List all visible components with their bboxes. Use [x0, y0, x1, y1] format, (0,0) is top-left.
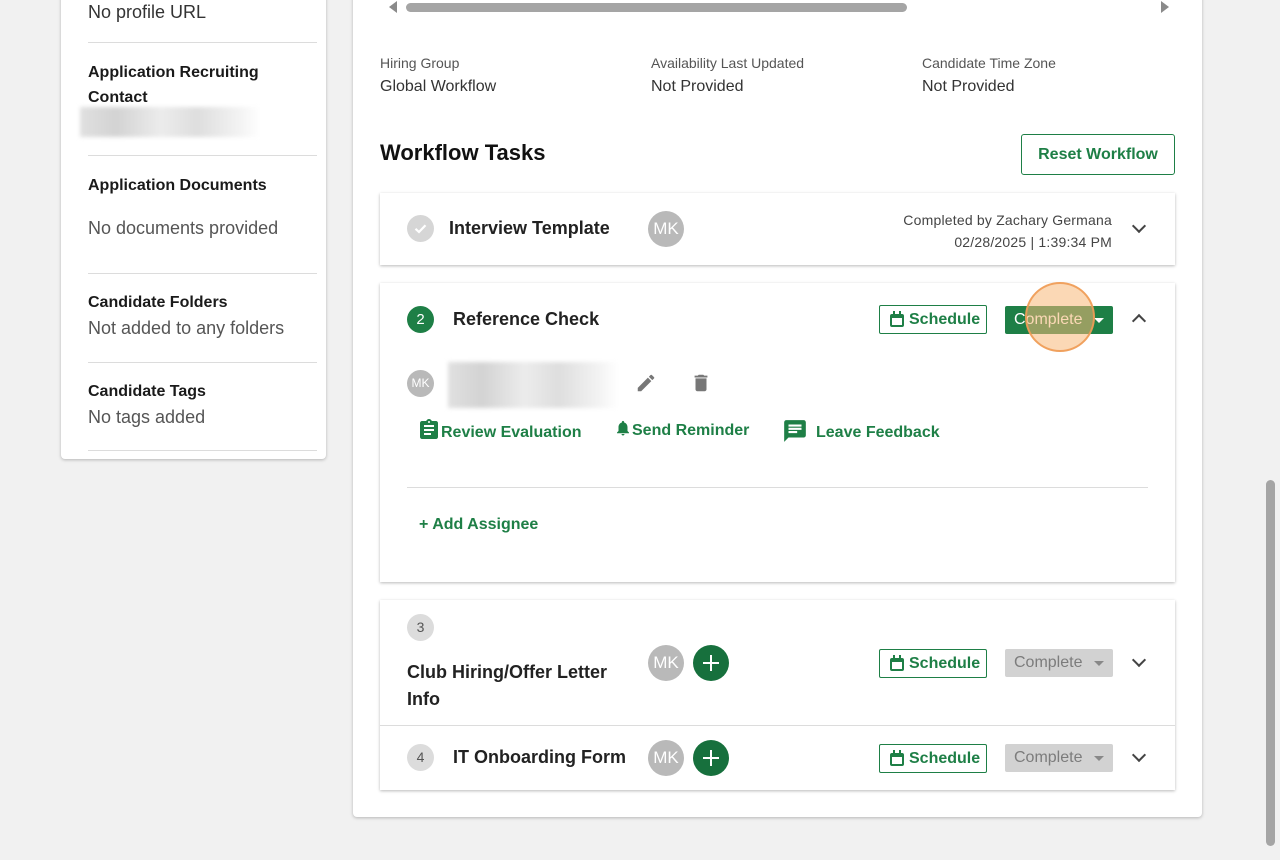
assignee-avatar: MK	[407, 370, 434, 397]
expand-chevron-icon[interactable]	[1131, 218, 1147, 234]
schedule-label: Schedule	[909, 750, 981, 767]
review-evaluation-label: Review Evaluation	[441, 424, 582, 441]
task-name: Club Hiring/Offer Letter Info	[407, 662, 608, 709]
schedule-button[interactable]: Schedule	[879, 305, 987, 334]
folders-label: Candidate Folders	[88, 294, 228, 311]
recruiting-contact-label: Application Recruiting Contact	[88, 64, 259, 106]
edit-pencil-icon[interactable]	[635, 372, 657, 399]
add-assignee-button[interactable]: + Add Assignee	[419, 515, 538, 535]
task-reference-check: 2 Reference Check Schedule Complete MK R…	[380, 283, 1175, 582]
task-number-badge: 2	[407, 306, 434, 333]
calendar-icon	[890, 655, 904, 671]
recruiting-contact-section: Application Recruiting Contact	[80, 43, 317, 156]
expand-chevron-icon[interactable]	[1131, 747, 1147, 763]
divider	[407, 487, 1148, 488]
complete-dropdown-button[interactable]: Complete	[1005, 649, 1113, 677]
leave-feedback-label: Leave Feedback	[816, 424, 940, 441]
folders-value: Not added to any folders	[88, 318, 285, 338]
schedule-button[interactable]: Schedule	[879, 649, 987, 678]
scroll-left-icon[interactable]	[389, 1, 397, 13]
timezone-field: Candidate Time Zone Not Provided	[922, 54, 1056, 97]
documents-label: Application Documents	[88, 177, 267, 194]
tags-label: Candidate Tags	[88, 383, 206, 400]
complete-dropdown-button[interactable]: Complete	[1005, 306, 1113, 334]
task-it-onboarding-form[interactable]: 4 IT Onboarding Form MK Schedule Complet…	[380, 726, 1175, 790]
avatar: MK	[648, 740, 684, 776]
task-number-badge: 4	[407, 744, 434, 771]
documents-section: Application Documents No documents provi…	[88, 156, 317, 274]
send-reminder-link[interactable]: Send Reminder	[614, 418, 749, 441]
documents-value: No documents provided	[88, 218, 279, 238]
complete-label: Complete	[1014, 749, 1083, 766]
completed-check-icon	[407, 215, 434, 242]
folders-section: Candidate Folders Not added to any folde…	[88, 274, 317, 363]
send-reminder-label: Send Reminder	[632, 422, 750, 439]
hiring-group-field: Hiring Group Global Workflow	[380, 54, 496, 97]
bell-icon	[617, 420, 629, 436]
add-assignee-plus-icon[interactable]	[693, 740, 729, 776]
task-name: Reference Check	[453, 309, 600, 329]
avatar: MK	[648, 645, 684, 681]
tags-value: No tags added	[88, 407, 206, 427]
complete-dropdown-button[interactable]: Complete	[1005, 744, 1113, 772]
workflow-card: Hiring Group Global Workflow Availabilit…	[353, 0, 1202, 817]
scroll-right-icon[interactable]	[1161, 1, 1169, 13]
avatar: MK	[648, 211, 684, 247]
profile-url-section: No profile URL	[88, 0, 317, 43]
task-interview-template[interactable]: Interview Template MK Completed by Zacha…	[380, 193, 1175, 265]
vertical-scrollbar-thumb[interactable]	[1266, 480, 1275, 846]
horizontal-scrollbar[interactable]	[389, 0, 1169, 15]
complete-label: Complete	[1014, 654, 1083, 671]
task-name: IT Onboarding Form	[453, 747, 626, 767]
delete-trash-icon[interactable]	[690, 372, 712, 399]
clipboard-icon	[420, 419, 438, 439]
review-evaluation-link[interactable]: Review Evaluation	[417, 418, 582, 443]
comment-icon	[784, 420, 806, 442]
caret-down-icon	[1094, 756, 1104, 761]
caret-down-icon	[1094, 318, 1104, 323]
completed-by: Completed by Zachary Germana	[903, 212, 1112, 228]
recruiting-contact-value-redacted	[80, 107, 260, 137]
hiring-group-label: Hiring Group	[380, 55, 460, 71]
completed-info: Completed by Zachary Germana 02/28/2025 …	[903, 209, 1112, 253]
candidate-details-card: No profile URL Application Recruiting Co…	[61, 0, 326, 459]
schedule-label: Schedule	[909, 311, 981, 328]
collapse-chevron-icon[interactable]	[1131, 313, 1147, 329]
workflow-tasks-title: Workflow Tasks	[380, 140, 546, 165]
availability-field: Availability Last Updated Not Provided	[651, 54, 804, 97]
expand-chevron-icon[interactable]	[1131, 652, 1147, 668]
tags-section: Candidate Tags No tags added	[88, 363, 317, 451]
timezone-value: Not Provided	[922, 78, 1015, 95]
leave-feedback-link[interactable]: Leave Feedback	[782, 418, 940, 444]
task-number-badge: 3	[407, 614, 434, 641]
schedule-button[interactable]: Schedule	[879, 744, 987, 773]
calendar-icon	[890, 750, 904, 766]
task-club-hiring-offer-letter[interactable]: 3 Club Hiring/Offer Letter Info MK Sched…	[380, 600, 1175, 726]
task-name: Interview Template	[449, 218, 610, 238]
completed-at: 02/28/2025 | 1:39:34 PM	[954, 234, 1112, 250]
hiring-group-value: Global Workflow	[380, 78, 497, 95]
caret-down-icon	[1094, 661, 1104, 666]
reset-workflow-button[interactable]: Reset Workflow	[1021, 134, 1175, 175]
scrollbar-thumb[interactable]	[406, 3, 907, 12]
assignee-name-redacted	[448, 362, 618, 408]
timezone-label: Candidate Time Zone	[922, 55, 1056, 71]
availability-label: Availability Last Updated	[651, 55, 805, 71]
availability-value: Not Provided	[651, 78, 744, 95]
add-assignee-plus-icon[interactable]	[693, 645, 729, 681]
schedule-label: Schedule	[909, 655, 981, 672]
complete-label: Complete	[1014, 311, 1083, 328]
profile-url-value: No profile URL	[88, 2, 207, 22]
calendar-icon	[890, 311, 904, 327]
remaining-tasks-group: 3 Club Hiring/Offer Letter Info MK Sched…	[380, 600, 1175, 790]
